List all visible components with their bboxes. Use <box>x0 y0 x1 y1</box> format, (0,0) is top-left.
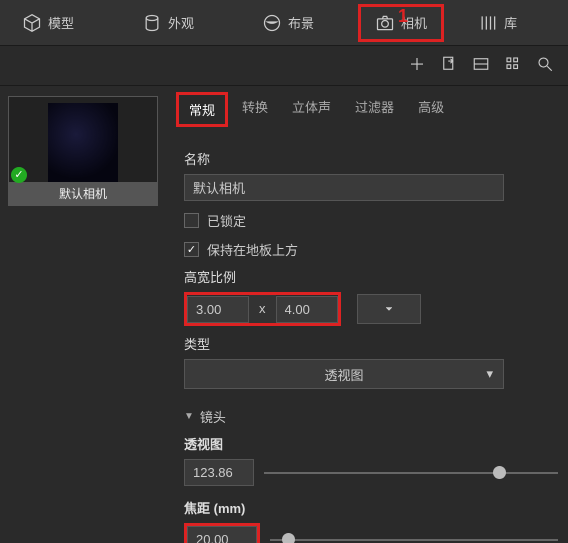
annotation-1: 1 <box>398 6 408 27</box>
main-area: ✓ 默认相机 常规 转换 立体声 过滤器 高级 名称 已锁定 保持在地板上方 高… <box>0 86 568 543</box>
chevron-down-icon: ▾ <box>486 366 493 382</box>
tab-model-label: 模型 <box>48 13 74 32</box>
general-panel: 名称 已锁定 保持在地板上方 高宽比例 2 x <box>176 137 558 543</box>
chevron-down-icon <box>383 303 395 315</box>
triangle-down-icon: ▼ <box>184 411 194 422</box>
tab-appearance-label: 外观 <box>168 13 194 32</box>
aspect-x-label: x <box>249 295 276 323</box>
perspective-slider[interactable] <box>264 463 558 483</box>
aspect-label: 高宽比例 <box>184 267 558 286</box>
cylinder-icon <box>142 13 162 33</box>
tab-library-label: 库 <box>504 13 517 32</box>
name-input[interactable] <box>184 174 504 201</box>
sphere-icon <box>262 13 282 33</box>
name-label: 名称 <box>184 149 558 168</box>
aspect-preset-dropdown[interactable] <box>357 294 421 324</box>
focal-label: 焦距 (mm) <box>184 498 558 517</box>
subtab-transform[interactable]: 转换 <box>232 92 278 127</box>
camera-list: ✓ 默认相机 <box>0 86 170 543</box>
columns-icon <box>478 13 498 33</box>
focal-input[interactable] <box>187 526 257 543</box>
keep-above-checkbox[interactable] <box>184 242 199 257</box>
locked-label: 已锁定 <box>207 211 246 230</box>
thumbnail-label: 默认相机 <box>9 182 157 205</box>
split-icon <box>472 55 490 73</box>
tab-appearance[interactable]: 外观 <box>128 7 208 39</box>
tab-layout[interactable]: 布景 <box>248 7 328 39</box>
grid-icon <box>504 55 522 73</box>
subtab-stereo[interactable]: 立体声 <box>282 92 341 127</box>
locked-checkbox[interactable] <box>184 213 199 228</box>
cube-icon <box>22 13 42 33</box>
slider-knob[interactable] <box>493 466 506 479</box>
subtab-filters[interactable]: 过滤器 <box>345 92 404 127</box>
sub-tab-bar: 常规 转换 立体声 过滤器 高级 <box>176 92 558 127</box>
slider-track <box>270 539 558 541</box>
slider-track <box>264 472 558 474</box>
thumbnail-image <box>48 103 118 182</box>
subtab-general[interactable]: 常规 <box>176 92 228 127</box>
type-label: 类型 <box>184 334 558 353</box>
page-arrow-icon <box>440 55 458 73</box>
keep-above-label: 保持在地板上方 <box>207 240 298 259</box>
export-button[interactable] <box>440 55 458 76</box>
perspective-label: 透视图 <box>184 434 558 453</box>
slider-knob[interactable] <box>282 533 295 543</box>
lens-section-header[interactable]: ▼ 镜头 <box>184 407 558 426</box>
subtab-advanced[interactable]: 高级 <box>408 92 454 127</box>
tab-library[interactable]: 库 <box>464 7 531 39</box>
focal-slider[interactable] <box>270 530 558 543</box>
camera-icon <box>375 13 395 33</box>
type-value: 透视图 <box>324 365 363 384</box>
tab-model[interactable]: 模型 <box>8 7 88 39</box>
top-tab-bar: 模型 外观 布景 相机 库 <box>0 0 568 46</box>
layout-button[interactable] <box>472 55 490 76</box>
search-icon <box>536 55 554 73</box>
toolbar <box>0 46 568 86</box>
type-select[interactable]: 透视图 ▾ <box>184 359 504 389</box>
active-check-icon: ✓ <box>11 167 27 183</box>
lens-header-label: 镜头 <box>200 407 226 426</box>
search-button[interactable] <box>536 55 554 76</box>
aspect-height-input[interactable] <box>276 296 338 323</box>
properties-panel: 常规 转换 立体声 过滤器 高级 名称 已锁定 保持在地板上方 高宽比例 2 <box>170 86 568 543</box>
plus-icon <box>408 55 426 73</box>
camera-thumbnail[interactable]: ✓ 默认相机 <box>8 96 158 206</box>
tab-layout-label: 布景 <box>288 13 314 32</box>
grid-button[interactable] <box>504 55 522 76</box>
aspect-ratio-group: x <box>184 292 341 326</box>
aspect-width-input[interactable] <box>187 296 249 323</box>
perspective-input[interactable] <box>184 459 254 486</box>
add-button[interactable] <box>408 55 426 76</box>
